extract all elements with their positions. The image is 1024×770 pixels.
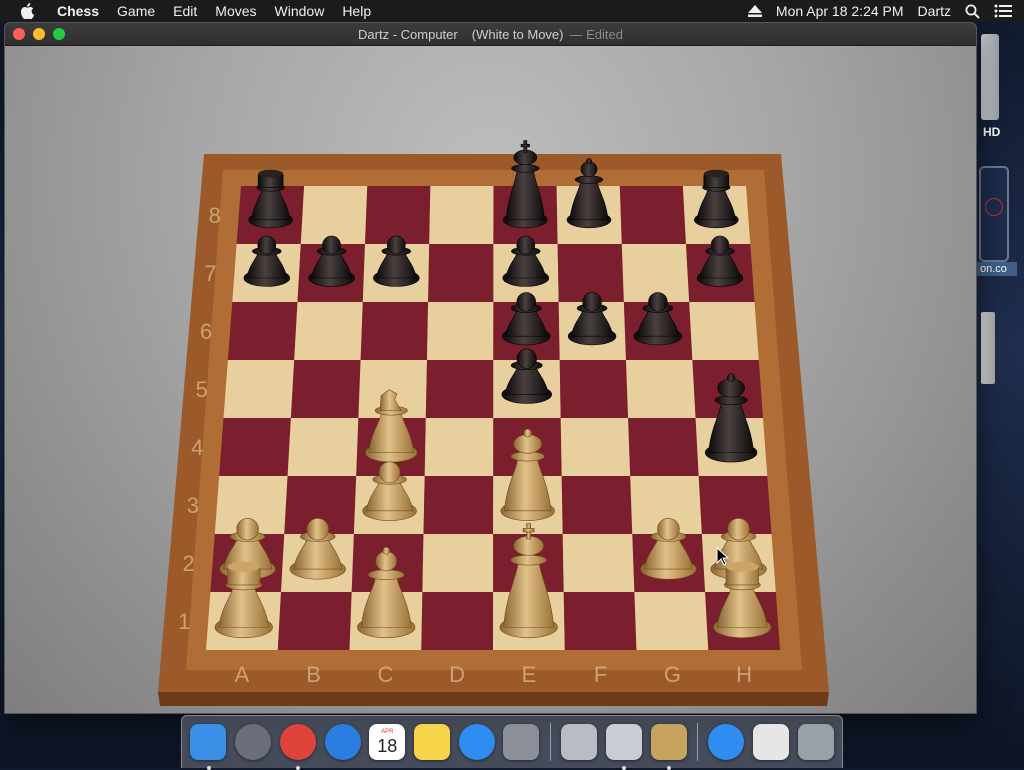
zoom-button[interactable] [53, 28, 65, 40]
dock-separator [549, 723, 551, 761]
running-indicator [667, 766, 672, 770]
square-d5[interactable] [425, 360, 494, 418]
desktop-area: HD on.co [977, 22, 1024, 712]
dock: APR 18 [181, 715, 843, 770]
window-titlebar[interactable]: Dartz - Computer (White to Move) — Edite… [5, 23, 976, 46]
square-h6[interactable] [689, 302, 759, 360]
dock-separator [696, 723, 698, 761]
file-label: A [235, 662, 250, 687]
square-b6[interactable] [294, 302, 363, 360]
file-label: E [522, 662, 537, 687]
chrome-icon[interactable] [277, 721, 318, 770]
document-file-icon[interactable] [979, 166, 1009, 262]
square-d7[interactable] [428, 244, 494, 302]
file-label: G [664, 662, 681, 687]
eject-icon[interactable] [747, 5, 762, 17]
close-button[interactable] [13, 28, 25, 40]
documents-icon[interactable] [751, 721, 792, 763]
menu-edit[interactable]: Edit [164, 0, 206, 22]
square-d8[interactable] [429, 186, 494, 244]
square-f4[interactable] [560, 418, 631, 476]
edited-indicator: — Edited [569, 26, 623, 42]
chess-window: Dartz - Computer (White to Move) — Edite… [5, 23, 976, 713]
trash-icon[interactable] [795, 721, 836, 763]
calendar-day: 18 [377, 736, 398, 756]
running-indicator [622, 766, 627, 770]
app-store-downloads-icon[interactable] [706, 721, 747, 763]
apple-icon[interactable] [20, 3, 36, 19]
square-b5[interactable] [290, 360, 361, 418]
file-label: C [377, 662, 393, 687]
window-title: Dartz - Computer [358, 26, 458, 42]
rank-label: 8 [209, 203, 221, 228]
move-status: (White to Move) [471, 26, 564, 42]
menu-clock[interactable]: Mon Apr 18 2:24 PM [776, 3, 904, 19]
menu-window[interactable]: Window [266, 0, 334, 22]
rank-label: 4 [191, 435, 203, 460]
square-a5[interactable] [223, 360, 295, 418]
minimize-button[interactable] [33, 28, 45, 40]
hard-disk-icon[interactable] [981, 34, 999, 120]
menu-user[interactable]: Dartz [918, 3, 951, 19]
square-f3[interactable] [561, 476, 633, 534]
square-d6[interactable] [427, 302, 494, 360]
calendar-icon[interactable]: APR 18 [367, 721, 408, 763]
square-g8[interactable] [619, 186, 686, 244]
rank-label: 1 [178, 609, 190, 634]
system-preferences-icon[interactable] [501, 721, 542, 763]
file-label: F [594, 662, 607, 687]
square-g1[interactable] [634, 592, 709, 650]
safari-icon[interactable] [322, 721, 363, 763]
notes-icon[interactable] [412, 721, 453, 763]
square-g4[interactable] [628, 418, 699, 476]
menu-app-chess[interactable]: Chess [48, 0, 108, 22]
external-disk-icon[interactable] [981, 312, 995, 384]
running-indicator [296, 766, 301, 770]
square-f1[interactable] [563, 592, 637, 650]
square-d2[interactable] [422, 534, 494, 592]
file-label: H [736, 662, 752, 687]
rank-label: 3 [187, 493, 199, 518]
rank-label: 6 [200, 319, 212, 344]
file-label: D [449, 662, 465, 687]
instruments-icon[interactable] [603, 721, 644, 770]
file-label: B [306, 662, 321, 687]
menu-moves[interactable]: Moves [206, 0, 265, 22]
square-g5[interactable] [626, 360, 696, 418]
square-f5[interactable] [559, 360, 629, 418]
chess-board[interactable]: 8 7 6 5 4 3 2 1 A B C D E F G H [5, 46, 976, 713]
square-c8[interactable] [365, 186, 431, 244]
launchpad-icon[interactable] [233, 721, 274, 763]
square-d3[interactable] [423, 476, 494, 534]
rank-label: 2 [182, 551, 194, 576]
menu-bar: Chess Game Edit Moves Window Help Mon Ap… [0, 0, 1024, 22]
finder-icon[interactable] [188, 721, 229, 770]
square-d1[interactable] [421, 592, 494, 650]
rank-label: 7 [204, 261, 216, 286]
notification-center-icon[interactable] [994, 4, 1012, 18]
system-information-icon[interactable] [559, 721, 600, 763]
square-b8[interactable] [300, 186, 368, 244]
board-view[interactable]: 8 7 6 5 4 3 2 1 A B C D E F G H [5, 46, 976, 713]
square-c6[interactable] [360, 302, 429, 360]
hard-disk-label[interactable]: HD [983, 125, 1000, 139]
document-file-label[interactable]: on.co [977, 262, 1017, 276]
chess-icon[interactable] [648, 721, 689, 770]
menu-help[interactable]: Help [333, 0, 380, 22]
menu-game[interactable]: Game [108, 0, 164, 22]
running-indicator [207, 766, 211, 770]
rank-label: 5 [196, 377, 208, 402]
square-a6[interactable] [227, 302, 298, 360]
square-b1[interactable] [277, 592, 352, 650]
square-a4[interactable] [219, 418, 291, 476]
square-f2[interactable] [562, 534, 635, 592]
calendar-month: APR [381, 729, 394, 735]
square-b4[interactable] [287, 418, 359, 476]
board-frame-front [158, 692, 829, 706]
app-store-icon[interactable] [456, 721, 497, 763]
spotlight-search-icon[interactable] [965, 4, 980, 19]
square-d4[interactable] [424, 418, 494, 476]
